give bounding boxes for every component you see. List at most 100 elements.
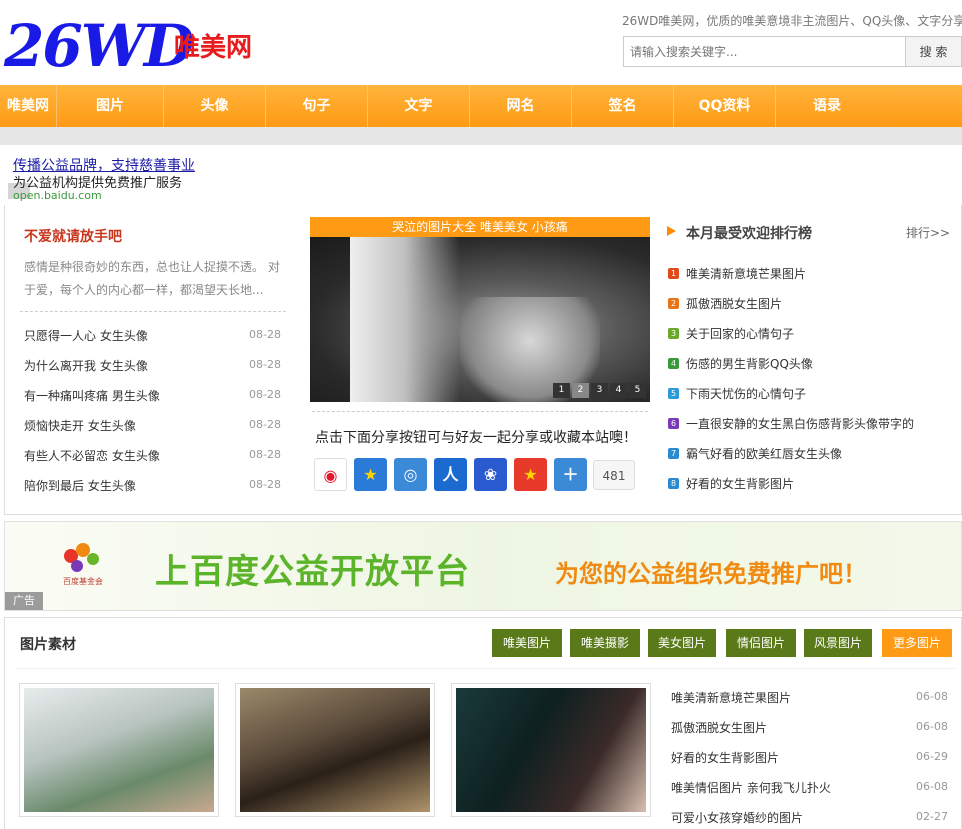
divider bbox=[15, 668, 955, 669]
materials-item[interactable]: 唯美清新意境芒果图片 bbox=[671, 689, 791, 706]
slider-page-5[interactable]: 5 bbox=[629, 383, 646, 398]
ranking-item[interactable]: 伤感的男生背影QQ头像 bbox=[686, 355, 813, 372]
favorite-icon[interactable]: ★ bbox=[514, 458, 547, 491]
list-date: 08-28 bbox=[249, 388, 281, 401]
slider-page-2[interactable]: 2 bbox=[572, 383, 589, 398]
text-ad[interactable]: 传播公益品牌，支持慈善事业 为公益机构提供免费推广服务 open.baidu.c… bbox=[0, 145, 962, 205]
ranking-item[interactable]: 唯美清新意境芒果图片 bbox=[686, 265, 806, 282]
image-slider[interactable]: 哭泣的图片大全 唯美美女 小孩痛 1 2 3 4 5 bbox=[310, 217, 650, 402]
list-date: 08-28 bbox=[249, 448, 281, 461]
divider bbox=[312, 411, 648, 412]
nav-item-text[interactable]: 文字 bbox=[368, 85, 470, 127]
baidu-icon[interactable]: ❀ bbox=[474, 458, 507, 491]
arrow-icon bbox=[667, 226, 676, 236]
banner-headline: 上百度公益开放平台 bbox=[155, 552, 470, 592]
materials-date: 06-08 bbox=[916, 690, 948, 703]
site-logo[interactable]: 26WD 唯美网 bbox=[4, 14, 264, 78]
ranking-item[interactable]: 霸气好看的欧美红唇女生头像 bbox=[686, 445, 842, 462]
list-date: 08-28 bbox=[249, 478, 281, 491]
thumbnail-image[interactable] bbox=[240, 688, 430, 812]
tab-beauty-pictures[interactable]: 美女图片 bbox=[648, 629, 716, 657]
search-button[interactable]: 搜 索 bbox=[905, 36, 962, 67]
materials-date: 06-08 bbox=[916, 780, 948, 793]
logo-number: 26WD bbox=[4, 12, 194, 80]
ad-url[interactable]: open.baidu.com bbox=[13, 189, 102, 202]
ranking-item[interactable]: 好看的女生背影图片 bbox=[686, 475, 794, 492]
nav-item-avatars[interactable]: 头像 bbox=[164, 85, 266, 127]
share-count: 481 bbox=[593, 460, 635, 490]
weibo-icon[interactable]: ◉ bbox=[314, 458, 347, 491]
baidu-foundation-logo: 百度基金会 bbox=[49, 540, 119, 590]
ad-tag: 广告 bbox=[5, 592, 43, 610]
nav-item-home[interactable]: 唯美网 bbox=[0, 85, 57, 127]
list-date: 08-28 bbox=[249, 358, 281, 371]
divider bbox=[20, 311, 286, 312]
featured-desc: 感情是种很奇妙的东西，总也让人捉摸不透。 对于爱，每个人的内心都一样，都渴望天长… bbox=[24, 260, 280, 297]
rank-number-badge: 8 bbox=[668, 478, 679, 489]
rank-number-badge: 1 bbox=[668, 268, 679, 279]
renren-icon[interactable]: 人 bbox=[434, 458, 467, 491]
slider-image[interactable] bbox=[310, 237, 650, 402]
list-item[interactable]: 烦恼快走开 女生头像 bbox=[24, 417, 136, 434]
search-box: 搜 索 bbox=[623, 36, 962, 67]
featured-title[interactable]: 不爱就请放手吧 bbox=[24, 226, 122, 246]
ranking-item[interactable]: 关于回家的心情句子 bbox=[686, 325, 794, 342]
thumbnail[interactable] bbox=[19, 683, 219, 817]
slider-page-1[interactable]: 1 bbox=[553, 383, 570, 398]
slider-page-3[interactable]: 3 bbox=[591, 383, 608, 398]
ranking-more-link[interactable]: 排行>> bbox=[906, 224, 950, 241]
tab-beautiful-pictures[interactable]: 唯美图片 bbox=[492, 629, 562, 657]
thumbnail-image[interactable] bbox=[456, 688, 646, 812]
site-tagline: 26WD唯美网，优质的唯美意境非主流图片、QQ头像、文字分享 bbox=[622, 14, 962, 28]
tab-scenery-pictures[interactable]: 风景图片 bbox=[804, 629, 872, 657]
ranking-item[interactable]: 孤傲洒脱女生图片 bbox=[686, 295, 782, 312]
list-item[interactable]: 为什么离开我 女生头像 bbox=[24, 357, 148, 374]
foundation-name: 百度基金会 bbox=[63, 577, 103, 586]
list-date: 08-28 bbox=[249, 418, 281, 431]
materials-item[interactable]: 唯美情侣图片 亲何我飞儿扑火 bbox=[671, 779, 831, 796]
slider-pager: 1 2 3 4 5 bbox=[553, 383, 646, 398]
tab-couple-pictures[interactable]: 情侣图片 bbox=[726, 629, 796, 657]
rank-number-badge: 3 bbox=[668, 328, 679, 339]
logo-cn-text: 唯美网 bbox=[174, 33, 253, 63]
list-date: 08-28 bbox=[249, 328, 281, 341]
main-nav: 唯美网 图片 头像 句子 文字 网名 签名 QQ资料 语录 bbox=[0, 85, 962, 127]
divider-bar bbox=[0, 127, 962, 145]
rank-number-badge: 7 bbox=[668, 448, 679, 459]
tencent-weibo-icon[interactable]: ◎ bbox=[394, 458, 427, 491]
thumbnail[interactable] bbox=[451, 683, 651, 817]
ad-banner[interactable]: 百度基金会 上百度公益开放平台 为您的公益组织免费推广吧！ 广告 bbox=[4, 521, 962, 611]
slider-caption[interactable]: 哭泣的图片大全 唯美美女 小孩痛 bbox=[310, 217, 650, 237]
ranking-title: 本月最受欢迎排行榜 bbox=[686, 226, 812, 242]
nav-item-signatures[interactable]: 签名 bbox=[572, 85, 674, 127]
materials-item[interactable]: 好看的女生背影图片 bbox=[671, 749, 779, 766]
list-item[interactable]: 陪你到最后 女生头像 bbox=[24, 477, 136, 494]
nav-item-quotes[interactable]: 语录 bbox=[776, 85, 878, 127]
list-item[interactable]: 只愿得一人心 女生头像 bbox=[24, 327, 148, 344]
nav-item-sentences[interactable]: 句子 bbox=[266, 85, 368, 127]
search-input[interactable] bbox=[624, 37, 905, 66]
thumbnail[interactable] bbox=[235, 683, 435, 817]
more-share-icon[interactable]: ＋ bbox=[554, 458, 587, 491]
nav-item-nicknames[interactable]: 网名 bbox=[470, 85, 572, 127]
qzone-icon[interactable]: ★ bbox=[354, 458, 387, 491]
materials-date: 06-08 bbox=[916, 720, 948, 733]
share-prompt: 点击下面分享按钮可与好友一起分享或收藏本站噢！ bbox=[315, 430, 637, 446]
tab-beautiful-photography[interactable]: 唯美摄影 bbox=[570, 629, 640, 657]
ranking-item[interactable]: 下雨天忧伤的心情句子 bbox=[686, 385, 806, 402]
rank-number-badge: 5 bbox=[668, 388, 679, 399]
banner-subline: 为您的公益组织免费推广吧！ bbox=[555, 560, 867, 588]
thumbnail-image[interactable] bbox=[24, 688, 214, 812]
ranking-item[interactable]: 一直很安静的女生黑白伤感背影头像带字的 bbox=[686, 415, 914, 432]
list-item[interactable]: 有一种痛叫疼痛 男生头像 bbox=[24, 387, 160, 404]
materials-item[interactable]: 可爱小女孩穿婚纱的图片 bbox=[671, 809, 803, 826]
list-item[interactable]: 有些人不必留恋 女生头像 bbox=[24, 447, 160, 464]
materials-item[interactable]: 孤傲洒脱女生图片 bbox=[671, 719, 767, 736]
section-title: 图片素材 bbox=[20, 637, 76, 653]
rank-number-badge: 4 bbox=[668, 358, 679, 369]
nav-item-qq[interactable]: QQ资料 bbox=[674, 85, 776, 127]
materials-date: 02-27 bbox=[916, 810, 948, 823]
tab-more-pictures[interactable]: 更多图片 bbox=[882, 629, 952, 657]
slider-page-4[interactable]: 4 bbox=[610, 383, 627, 398]
nav-item-pictures[interactable]: 图片 bbox=[57, 85, 164, 127]
